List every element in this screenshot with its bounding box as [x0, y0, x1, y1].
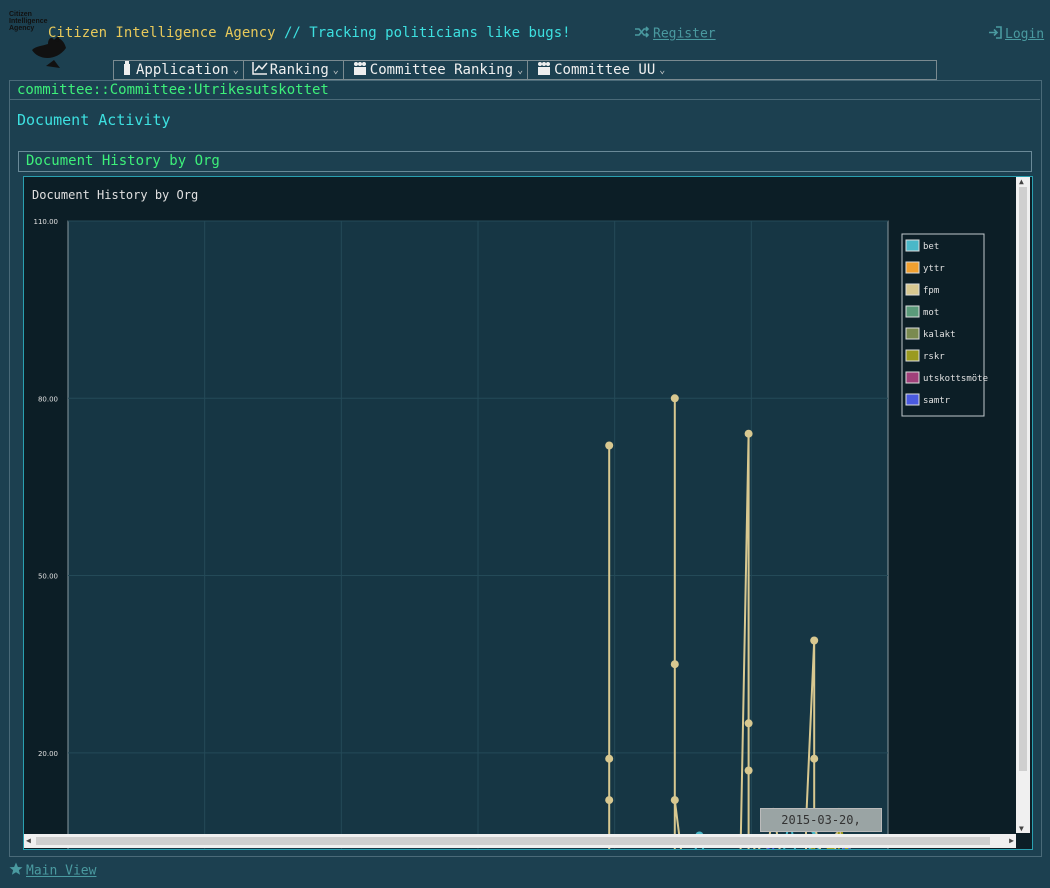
data-point-fpm [670, 796, 679, 805]
legend-swatch [905, 371, 920, 384]
menu-ranking-label: Ranking [269, 62, 329, 78]
group-icon [352, 61, 368, 79]
logo[interactable]: Citizen Intelligence Agency [8, 10, 68, 72]
register-label[interactable]: Register [653, 27, 716, 42]
legend-swatch [905, 327, 920, 340]
panel-header: Document History by Org [18, 151, 1032, 172]
data-point-fpm [670, 660, 679, 669]
menu-committee-ranking-label: Committee Ranking [369, 62, 514, 78]
y-tick-label: 80.00 [38, 395, 58, 403]
y-tick-label: 50.00 [38, 573, 58, 581]
scroll-left-icon[interactable]: ◀ [26, 836, 31, 845]
legend-swatch [905, 305, 920, 318]
bottle-icon [122, 60, 132, 80]
menu-ranking[interactable]: Ranking ⌄ [244, 61, 344, 79]
data-point-fpm [605, 754, 614, 763]
shuffle-icon [634, 26, 650, 42]
menu-committee-ranking[interactable]: Committee Ranking ⌄ [344, 61, 529, 79]
site-name: Citizen Intelligence Agency [48, 25, 276, 41]
site-title: Citizen Intelligence Agency // Tracking … [48, 25, 571, 41]
register-link[interactable]: Register [634, 26, 716, 42]
menu-committee-uu-label: Committee UU [554, 62, 656, 78]
divider [10, 99, 1040, 100]
main-view-label[interactable]: Main View [26, 864, 96, 879]
legend-label: fpm [923, 286, 939, 296]
group-icon [536, 61, 552, 79]
menu-application[interactable]: Application ⌄ [114, 61, 244, 79]
legend-swatch [905, 261, 920, 274]
section-title: Document Activity [17, 111, 171, 129]
scroll-down-icon[interactable]: ▼ [1019, 824, 1024, 833]
legend-box [901, 233, 985, 417]
line-chart-icon [252, 61, 268, 79]
legend-swatch [905, 283, 920, 296]
data-point-fpm [605, 441, 614, 450]
logo-bird-icon [32, 34, 66, 68]
data-point-fpm [744, 719, 753, 728]
menu-application-label: Application [136, 62, 229, 78]
chart-tooltip: 2015-03-20, 77.90 [760, 808, 882, 849]
chevron-down-icon: ⌄ [232, 64, 239, 76]
data-point-fpm [670, 394, 679, 403]
horizontal-scrollbar[interactable]: ◀ ▶ [24, 834, 1016, 848]
site-tagline: // Tracking politicians like bugs! [275, 25, 571, 41]
chevron-down-icon: ⌄ [517, 64, 524, 76]
chevron-down-icon: ⌄ [332, 64, 339, 76]
scroll-right-icon[interactable]: ▶ [1009, 836, 1014, 845]
scroll-up-icon[interactable]: ▲ [1019, 177, 1024, 186]
data-point-fpm [744, 766, 753, 775]
breadcrumb: committee::Committee:Utrikesutskottet [17, 82, 329, 98]
menubar: Application ⌄ Ranking ⌄ Committee Ranking ⌄… [113, 60, 937, 80]
y-tick-label: 110.00 [34, 218, 59, 226]
main-view-link[interactable]: Main View [9, 862, 96, 880]
data-point-fpm [605, 796, 614, 805]
legend-label: bet [923, 242, 939, 252]
legend-swatch [905, 349, 920, 362]
legend-label: yttr [923, 264, 945, 274]
chart-title: Document History by Org [32, 188, 198, 202]
legend-label: kalakt [923, 330, 956, 340]
login-label[interactable]: Login [1005, 27, 1044, 42]
chart-container: Document History by Org 110.00 80.00 50.00 2… [23, 176, 1033, 850]
data-point-fpm [810, 754, 819, 763]
legend-swatch [905, 239, 920, 252]
menu-committee-uu[interactable]: Committee UU ⌄ [528, 61, 669, 79]
legend-label: mot [923, 308, 939, 318]
vertical-scrollbar[interactable]: ▲ ▼ [1016, 177, 1030, 833]
horizontal-scroll-thumb[interactable] [36, 837, 990, 845]
data-point-fpm [744, 429, 753, 438]
chart: Document History by Org 110.00 80.00 50.00 2… [32, 188, 988, 849]
legend-label: samtr [923, 396, 951, 406]
y-tick-label: 20.00 [38, 750, 58, 758]
data-point-fpm [810, 636, 819, 645]
legend-label: rskr [923, 352, 945, 362]
chevron-down-icon: ⌄ [659, 64, 666, 76]
legend-label: utskottsmöte [923, 374, 988, 384]
sign-in-icon [988, 26, 1002, 43]
legend-swatch [905, 393, 920, 406]
vertical-scroll-thumb[interactable] [1019, 187, 1027, 771]
star-icon [9, 862, 23, 880]
panel-title: Document History by Org [26, 153, 220, 169]
login-link[interactable]: Login [988, 26, 1044, 43]
